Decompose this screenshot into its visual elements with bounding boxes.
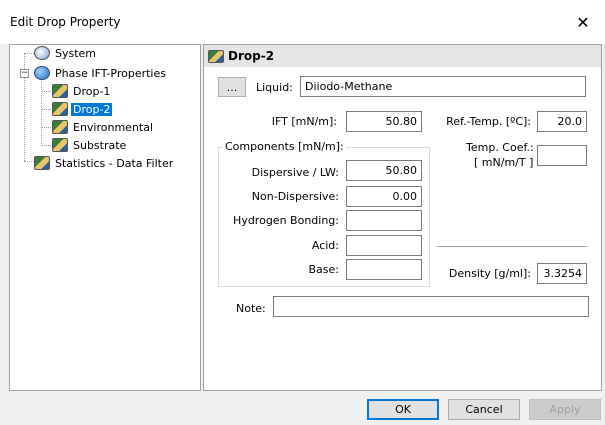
tree-item-substrate[interactable]: Substrate: [52, 137, 128, 153]
panel-title: Drop-2: [228, 49, 275, 63]
tree-connector: [41, 127, 51, 128]
ift-label: IFT [mN/m]:: [271, 115, 337, 128]
temp-coef-label: Temp. Coef.:: [466, 141, 534, 154]
ref-temp-field[interactable]: 20.0: [537, 111, 587, 132]
tree-item-label: Statistics - Data Filter: [55, 156, 174, 170]
title-bar: Edit Drop Property ✕: [0, 0, 605, 44]
tree-connector: [41, 109, 51, 110]
browse-liquid-button[interactable]: ...: [218, 77, 246, 97]
tree-item-phase-ift-properties[interactable]: Phase IFT-Properties: [34, 65, 168, 81]
gear-icon: [208, 49, 224, 63]
cancel-button[interactable]: Cancel: [448, 399, 520, 420]
gear-icon: [52, 84, 68, 98]
tree-item-label: Substrate: [73, 138, 127, 152]
hydrogen-bonding-label: Hydrogen Bonding:: [233, 214, 339, 227]
apply-button[interactable]: Apply: [529, 399, 601, 420]
temp-coef-unit-label: [ mN/m/T ]: [474, 156, 534, 169]
tree-item-label: Environmental: [73, 120, 154, 134]
tree-item-label: Phase IFT-Properties: [55, 66, 166, 80]
tree-connector: [24, 53, 34, 54]
non-dispersive-field[interactable]: 0.00: [346, 186, 422, 207]
gear-icon: [52, 138, 68, 152]
tree-item-environmental[interactable]: Environmental: [52, 119, 155, 135]
ok-button[interactable]: OK: [367, 399, 439, 420]
tree-connector: [41, 145, 51, 146]
gear-icon: [52, 120, 68, 134]
base-label: Base:: [308, 263, 340, 276]
tree-item-label: Drop-1: [73, 84, 111, 98]
dispersive-label: Dispersive / LW:: [251, 166, 339, 179]
globe-icon: [34, 66, 50, 80]
temp-coef-field[interactable]: [537, 145, 587, 166]
density-field[interactable]: 3.3254: [537, 263, 587, 284]
base-field[interactable]: [346, 259, 422, 280]
tree-item-drop-2[interactable]: Drop-2: [52, 101, 113, 117]
ift-field[interactable]: 50.80: [346, 111, 422, 132]
non-dispersive-label: Non-Dispersive:: [251, 190, 339, 203]
hydrogen-bonding-field[interactable]: [346, 210, 422, 231]
dialog-body: − System Phase IFT-Properties Drop-1 Dro…: [0, 44, 605, 425]
tree-connector: [41, 91, 51, 92]
drop-property-panel: Drop-2 ... Liquid: Diiodo-Methane IFT [m…: [203, 44, 602, 391]
close-icon[interactable]: ✕: [561, 0, 605, 44]
tree-item-label: System: [55, 46, 97, 60]
liquid-label: Liquid:: [256, 81, 293, 94]
dispersive-field[interactable]: 50.80: [346, 160, 422, 181]
separator: [437, 246, 587, 248]
tree-item-statistics-data-filter[interactable]: Statistics - Data Filter: [34, 155, 175, 171]
gear-icon: [34, 46, 50, 60]
tree-expander-icon[interactable]: −: [20, 69, 29, 78]
tree-item-system[interactable]: System: [34, 45, 98, 61]
tree-item-drop-1[interactable]: Drop-1: [52, 83, 112, 99]
tree-connector: [24, 161, 34, 162]
panel-header: Drop-2: [204, 45, 601, 67]
acid-field[interactable]: [346, 235, 422, 256]
property-tree[interactable]: − System Phase IFT-Properties Drop-1 Dro…: [9, 44, 201, 391]
note-label: Note:: [236, 302, 266, 315]
acid-label: Acid:: [311, 239, 339, 252]
density-label: Density [g/ml]:: [448, 267, 531, 280]
note-field[interactable]: [273, 296, 589, 317]
window-title: Edit Drop Property: [10, 15, 121, 29]
components-title: Components [mN/m]:: [223, 140, 346, 153]
tree-connector: [41, 76, 42, 146]
gear-icon: [52, 102, 68, 116]
gear-icon: [34, 156, 50, 170]
liquid-field[interactable]: Diiodo-Methane: [300, 76, 586, 97]
tree-item-label: Drop-2: [71, 102, 113, 116]
ref-temp-label: Ref.-Temp. [ºC]:: [446, 115, 531, 128]
